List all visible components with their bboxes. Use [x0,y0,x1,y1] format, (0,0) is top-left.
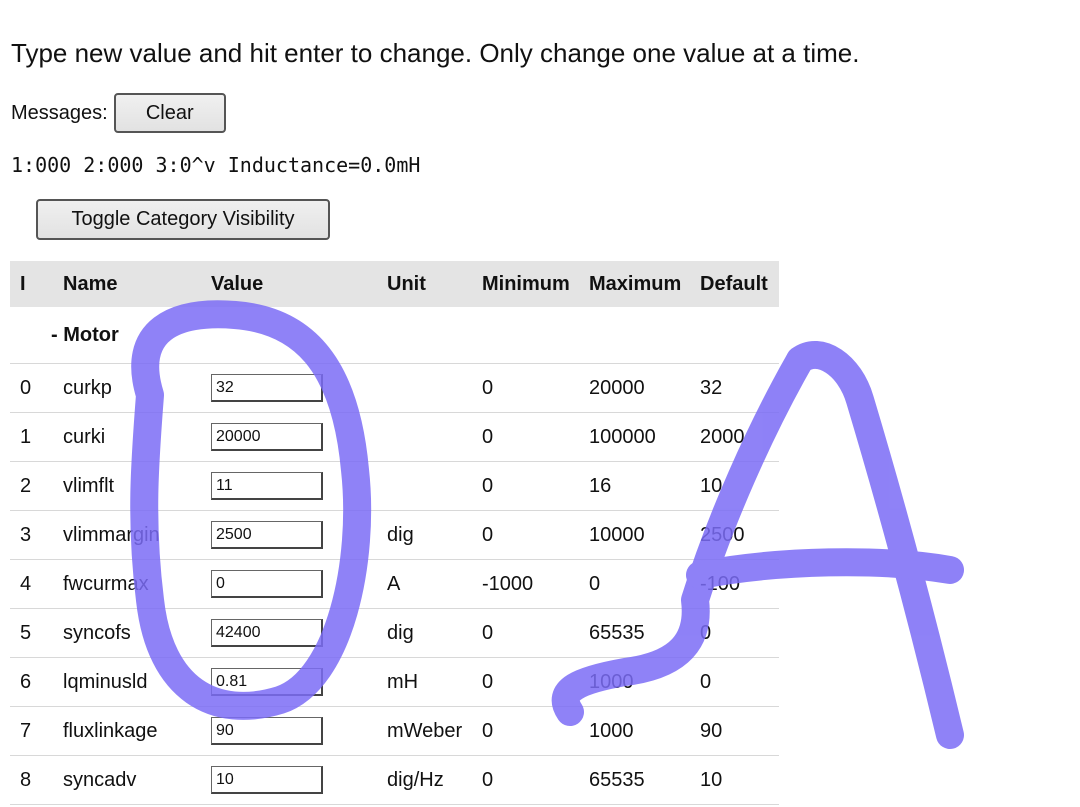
param-name: fluxlinkage [53,706,201,756]
param-minimum: 0 [472,755,579,805]
param-default: 0 [690,657,779,707]
param-minimum: 0 [472,608,579,658]
row-index: 2 [10,461,53,511]
param-name: curki [53,412,201,462]
column-header-maximum[interactable]: Maximum [579,261,690,307]
param-name: lqminusld [53,657,201,707]
column-header-value[interactable]: Value [201,261,377,307]
param-value-input[interactable] [211,472,323,500]
row-index: 8 [10,755,53,805]
param-unit [377,363,472,413]
table-row: 6lqminusldmH010000 [10,657,779,707]
param-value-cell [201,412,377,462]
param-default: 90 [690,706,779,756]
table-row: 3vlimmargin dig0100002500 [10,510,779,560]
param-maximum: 65535 [579,608,690,658]
param-name: curkp [53,363,201,413]
parameter-table: I Name Value Unit Minimum Maximum Defaul… [10,261,779,805]
param-maximum: 1000 [579,706,690,756]
param-unit: A [377,559,472,609]
param-minimum: -1000 [472,559,579,609]
column-header-unit[interactable]: Unit [377,261,472,307]
param-unit: mWeber [377,706,472,756]
param-value-cell [201,657,377,707]
param-value-cell [201,608,377,658]
row-index: 7 [10,706,53,756]
param-maximum: 20000 [579,363,690,413]
param-default: 10 [690,461,779,511]
instructions-text: Type new value and hit enter to change. … [11,38,860,68]
column-header-name[interactable]: Name [53,261,201,307]
param-default: -100 [690,559,779,609]
param-name: syncofs [53,608,201,658]
param-minimum: 0 [472,412,579,462]
scribble-letter-a-right-stroke [786,341,964,749]
param-minimum: 0 [472,363,579,413]
param-unit [377,412,472,462]
param-value-input[interactable] [211,766,323,794]
row-index: 0 [10,363,53,413]
param-minimum: 0 [472,706,579,756]
messages-row: Messages: Clear [11,93,226,133]
param-maximum: 100000 [579,412,690,462]
table-row: 0curkp02000032 [10,363,779,413]
column-header-default[interactable]: Default [690,261,779,307]
param-value-cell [201,461,377,511]
param-value-cell [201,559,377,609]
param-name: syncadv [53,755,201,805]
messages-label: Messages: [11,101,108,124]
param-maximum: 10000 [579,510,690,560]
row-index: 1 [10,412,53,462]
row-index: 4 [10,559,53,609]
param-value-cell [201,510,377,560]
param-value-input[interactable] [211,521,323,549]
row-index: 3 [10,510,53,560]
row-index: 6 [10,657,53,707]
param-unit: dig [377,608,472,658]
table-row: 2vlimflt 01610 [10,461,779,511]
param-default: 2000 [690,412,779,462]
param-value-cell [201,363,377,413]
param-value-cell [201,706,377,756]
param-value-input[interactable] [211,717,323,745]
toggle-category-visibility-button[interactable]: Toggle Category Visibility [36,199,330,240]
table-row: 8syncadv dig/Hz06553510 [10,755,779,805]
param-name: fwcurmax [53,559,201,609]
param-minimum: 0 [472,657,579,707]
param-unit [377,461,472,511]
param-unit: mH [377,657,472,707]
param-maximum: 1000 [579,657,690,707]
param-unit: dig/Hz [377,755,472,805]
param-value-input[interactable] [211,374,323,402]
param-default: 0 [690,608,779,658]
param-maximum: 16 [579,461,690,511]
param-value-input[interactable] [211,423,323,451]
param-maximum: 65535 [579,755,690,805]
column-header-minimum[interactable]: Minimum [472,261,579,307]
status-line: 1:000 2:000 3:0^v Inductance=0.0mH [11,153,421,177]
param-name: vlimflt [53,461,201,511]
category-row-motor[interactable]: - Motor [10,307,779,364]
column-header-index[interactable]: I [10,261,53,307]
param-default: 32 [690,363,779,413]
row-index: 5 [10,608,53,658]
param-value-input[interactable] [211,619,323,647]
category-label[interactable]: - Motor [10,307,779,364]
table-row: 4fwcurmax A-10000-100 [10,559,779,609]
param-default: 10 [690,755,779,805]
param-value-cell [201,755,377,805]
clear-button[interactable]: Clear [113,93,226,133]
param-minimum: 0 [472,510,579,560]
param-maximum: 0 [579,559,690,609]
table-row: 1curki 01000002000 [10,412,779,462]
param-minimum: 0 [472,461,579,511]
param-value-input[interactable] [211,570,323,598]
table-row: 7fluxlinkage mWeber0100090 [10,706,779,756]
table-header-row: I Name Value Unit Minimum Maximum Defaul… [10,261,779,307]
param-unit: dig [377,510,472,560]
param-default: 2500 [690,510,779,560]
param-value-input[interactable] [211,668,323,696]
param-name: vlimmargin [53,510,201,560]
table-row: 5syncofsdig0655350 [10,608,779,658]
